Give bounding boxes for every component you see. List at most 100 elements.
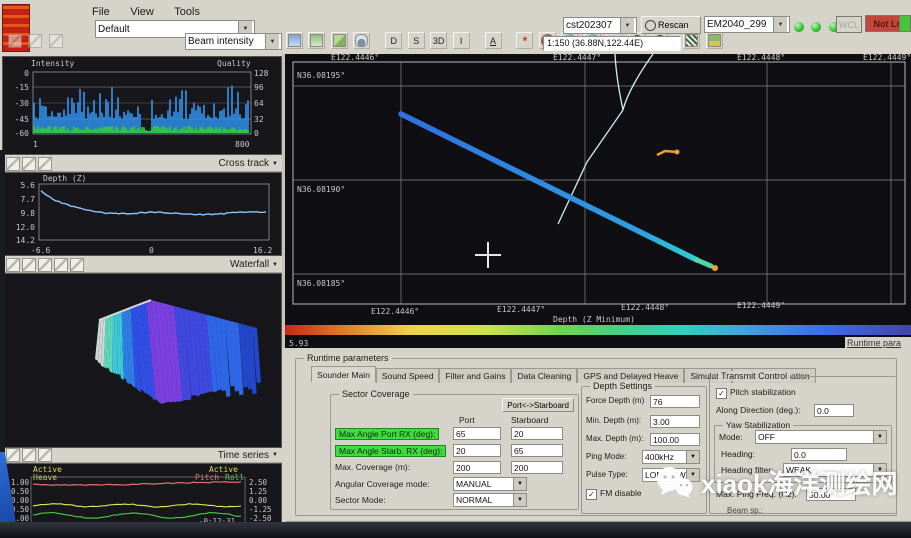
eraser-icon[interactable] [28,34,42,48]
cross-track-selector[interactable]: Cross track ▼ [218,158,278,169]
time-series-selector[interactable]: Time series ▼ [218,450,278,461]
min-depth-input[interactable]: 3.00 [650,415,700,428]
view-d-button[interactable]: D [385,32,402,49]
pan-icon[interactable] [6,448,20,462]
yaw-mode-label: Mode: [719,432,743,442]
fm-disable-row[interactable]: ✓FM disable [586,488,642,500]
scale-position-field: 1:150 (36.88N,122.44E) [543,36,681,51]
map-canvas[interactable]: E122.4446° E122.4447° E122.4448° E122.44… [285,54,911,348]
beam-intensity-chart: 0 -15 -30 -45 -60 128 96 64 32 0 1 800 [7,69,279,153]
tab-sound-speed[interactable]: Sound Speed [376,368,440,383]
max-depth-input[interactable]: 100.00 [650,433,700,446]
tab-filter-gains[interactable]: Filter and Gains [439,368,511,383]
sounder-dropdown[interactable]: EM2040_299 ▼ [704,16,790,33]
menu-tools[interactable]: Tools [174,6,200,18]
waterfall-panel[interactable] [2,273,282,448]
survey-dropdown[interactable]: cst202307 ▼ [563,17,637,34]
terrain-icon[interactable] [331,32,348,49]
fm-disable-checkbox[interactable]: ✓ [586,489,597,500]
select-icon[interactable] [49,34,63,48]
along-direction-label: Along Direction (deg.): [716,405,801,415]
pencil-icon[interactable] [8,34,22,48]
draw-tool-icons[interactable] [8,34,65,53]
rescan-button[interactable]: Rescan [641,16,701,34]
sun-icon[interactable]: * [516,32,533,49]
chart-icon[interactable] [308,32,325,49]
reset-icon[interactable] [38,157,52,171]
pitch-stabilization-row[interactable]: ✓Pitch stabilization [716,387,796,399]
menu-file[interactable]: File [92,6,110,18]
pan-icon[interactable] [6,157,20,171]
svg-text:N36.08195°: N36.08195° [297,71,345,80]
svg-text:N36.08190°: N36.08190° [297,185,345,194]
yaw-mode-dropdown[interactable]: OFF ▼ [755,430,887,444]
runtime-legend: Runtime parameters [304,353,392,363]
max-angle-starb-rx-starboard-input[interactable]: 65 [511,444,563,457]
max-angle-port-rx-starboard-input[interactable]: 20 [511,427,563,440]
ping-mode-dropdown[interactable]: 400kHz ▼ [642,450,700,464]
rotate-icon[interactable] [6,258,20,272]
display-mode-value: Beam intensity [188,36,265,47]
sector-coverage-title: Sector Coverage [339,389,413,399]
view-3d-button[interactable]: 3D [430,32,447,49]
svg-text:N36.08185°: N36.08185° [297,279,345,288]
status-leds [794,19,842,37]
reset-view-icon[interactable] [70,258,84,272]
cloud-icon[interactable] [353,32,370,49]
svg-text:5.6: 5.6 [21,181,36,190]
svg-text:-15: -15 [15,83,30,92]
chevron-down-icon: ▼ [773,17,787,32]
hatch-icon[interactable] [683,32,700,49]
max-angle-starb-rx-port-input[interactable]: 20 [453,444,501,457]
port-starboard-swap-button[interactable]: Port<->Starboard [502,398,574,412]
svg-text:96: 96 [254,83,264,92]
wcl-button[interactable]: WCL [836,16,862,33]
tab-data-cleaning[interactable]: Data Cleaning [511,368,577,383]
lamp-icon [645,20,656,31]
application-window: File View Tools Default ▼ Beam intensity… [0,0,911,524]
runtime-parameters-link[interactable]: Runtime para [845,337,911,349]
grid-icon[interactable] [286,32,303,49]
map-area[interactable]: E122.4446° E122.4447° E122.4448° E122.44… [285,54,911,348]
waterfall-selector[interactable]: Waterfall ▼ [230,259,278,270]
svg-text:-30: -30 [15,99,30,108]
close-icon[interactable] [38,448,52,462]
view-s-button[interactable]: S [408,32,425,49]
texture-icon[interactable] [38,258,52,272]
svg-text:1.00: 1.00 [11,478,30,487]
svg-text:1.25: 1.25 [249,487,267,496]
ping-mode-label: Ping Mode: [586,452,626,461]
menubar: File View Tools [92,2,216,20]
force-depth-input[interactable]: 76 [650,395,700,408]
max-angle-port-rx-port-input[interactable]: 65 [453,427,501,440]
beam-sp-label: Beam sp.: [727,506,763,515]
sector-mode-label: Sector Mode: [335,495,386,505]
heading-input[interactable]: 0.0 [791,448,847,461]
pitch-stabilization-checkbox[interactable]: ✓ [716,388,727,399]
orange-object-marker [657,151,677,155]
starboard-column-header: Starboard [511,415,548,425]
angular-coverage-mode-dropdown[interactable]: MANUAL ▼ [453,477,527,491]
along-direction-input[interactable]: 0.0 [814,404,854,417]
picture-icon[interactable] [706,32,723,49]
chevron-down-icon: ▼ [272,262,278,268]
svg-text:9.8: 9.8 [21,209,36,218]
view-a-button[interactable]: A [485,32,502,49]
display-mode-dropdown[interactable]: Beam intensity ▼ [185,33,282,50]
depth-colorbar [285,325,911,335]
svg-text:128: 128 [254,69,269,78]
view-i-button[interactable]: I [453,32,470,49]
max-coverage-port-input[interactable]: 200 [453,461,501,474]
pinging-badge-edge[interactable] [899,15,911,32]
time-series-title: Time series [218,450,269,461]
max-angle-starboard-label: Max Angle Starb. RX (deg): [335,445,446,457]
zoom-box-icon[interactable] [22,448,36,462]
tab-sounder-main[interactable]: Sounder Main [311,366,376,382]
palette-icon[interactable] [54,258,68,272]
zoom-box-icon[interactable] [22,157,36,171]
menu-view[interactable]: View [130,6,154,18]
max-coverage-starboard-input[interactable]: 200 [511,461,563,474]
sector-mode-dropdown[interactable]: NORMAL ▼ [453,493,527,507]
pan-icon[interactable] [22,258,36,272]
svg-text:-60: -60 [15,129,30,138]
